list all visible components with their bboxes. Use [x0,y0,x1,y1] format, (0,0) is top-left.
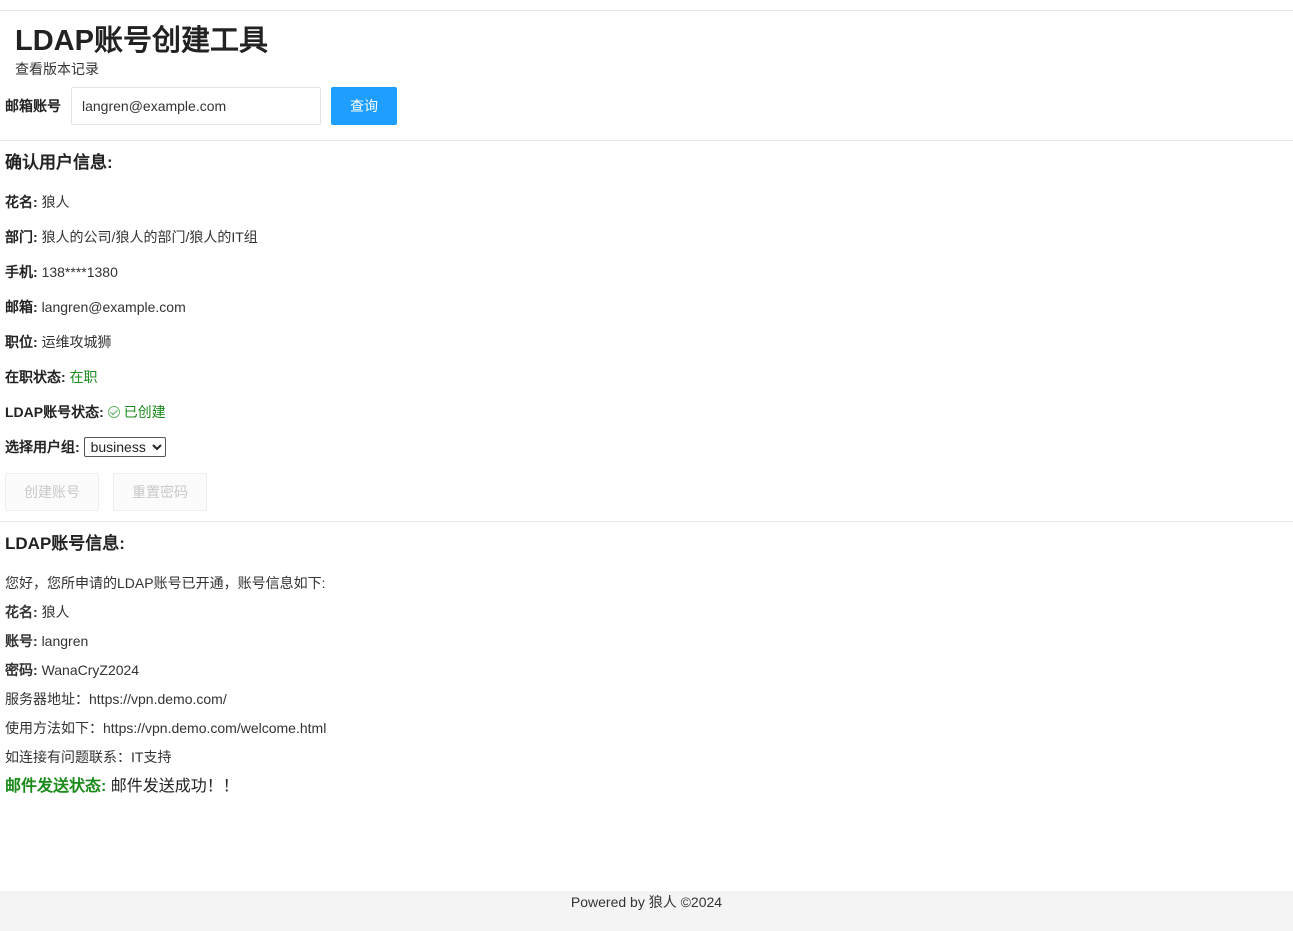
ldap-nickname-value: 狼人 [41,604,70,620]
phone-label: 手机: [5,264,38,280]
ldap-info-section: LDAP账号信息: 您好，您所申请的LDAP账号已开通，账号信息如下: 花名: … [5,533,1285,813]
query-button[interactable]: 查询 [331,87,397,125]
email-value: langren@example.com [41,299,186,315]
position-row: 职位: 运维攻城狮 [5,333,112,351]
mail-status-label: 邮件发送状态: [5,778,107,795]
server-address-text: 服务器地址：https://vpn.demo.com/ [5,691,227,707]
contact-text: 如连接有问题联系：IT支持 [5,749,172,765]
email-field-label: 邮箱账号 [5,98,61,114]
reset-password-button[interactable]: 重置密码 [113,473,207,511]
group-label: 选择用户组: [5,439,80,455]
department-value: 狼人的公司/狼人的部门/狼人的IT组 [41,229,258,245]
header: LDAP账号创建工具 查看版本记录 [15,22,268,78]
department-label: 部门: [5,229,38,245]
department-row: 部门: 狼人的公司/狼人的部门/狼人的IT组 [5,228,258,246]
footer-text: Powered by 狼人 ©2024 [570,894,723,910]
ldap-password-value: WanaCryZ2024 [41,662,140,678]
user-info-section: 确认用户信息: 花名: 狼人 部门: 狼人的公司/狼人的部门/狼人的IT组 手机… [5,152,1285,522]
employment-label: 在职状态: [5,369,66,385]
ldap-status-row: LDAP账号状态: 已创建 [5,403,166,421]
section-divider [0,521,1293,522]
employment-value: 在职 [69,369,98,385]
phone-row: 手机: 138****1380 [5,263,118,281]
ldap-status-value: 已创建 [123,404,166,420]
ldap-account-value: langren [41,633,89,649]
ldap-account-row: 账号: langren [5,632,88,650]
ldap-password-label: 密码: [5,662,38,678]
ldap-status-label: LDAP账号状态: [5,404,104,420]
footer: Powered by 狼人 ©2024 [0,891,1293,931]
nickname-value: 狼人 [41,194,70,210]
ldap-nickname-row: 花名: 狼人 [5,603,70,621]
mail-status-value: 邮件发送成功！！ [110,778,239,795]
page: LDAP账号创建工具 查看版本记录 邮箱账号 查询 确认用户信息: 花名: 狼人… [0,0,1293,931]
top-divider [0,10,1293,11]
email-label: 邮箱: [5,299,38,315]
email-input[interactable] [71,87,321,125]
nickname-row: 花名: 狼人 [5,193,70,211]
create-account-button[interactable]: 创建账号 [5,473,99,511]
email-row: 邮箱: langren@example.com [5,298,186,316]
section-divider [0,140,1293,141]
phone-value: 138****1380 [41,264,118,280]
page-title: LDAP账号创建工具 [15,25,268,57]
group-row: 选择用户组: business [5,437,166,457]
check-circle-icon [107,406,120,418]
mail-status-row: 邮件发送状态: 邮件发送成功！！ [5,777,239,797]
version-history-link[interactable]: 查看版本记录 [15,60,268,78]
usage-instructions-text: 使用方法如下：https://vpn.demo.com/welcome.html [5,720,327,736]
user-info-title: 确认用户信息: [5,153,113,172]
ldap-account-label: 账号: [5,633,38,649]
user-group-select[interactable]: business [83,437,166,457]
nickname-label: 花名: [5,194,38,210]
search-form: 邮箱账号 查询 [5,87,397,125]
ldap-info-title: LDAP账号信息: [5,534,125,553]
ldap-nickname-label: 花名: [5,604,38,620]
position-label: 职位: [5,334,38,350]
employment-row: 在职状态: 在职 [5,368,98,386]
greeting-text: 您好，您所申请的LDAP账号已开通，账号信息如下: [5,575,326,591]
position-value: 运维攻城狮 [41,334,112,350]
ldap-password-row: 密码: WanaCryZ2024 [5,661,139,679]
